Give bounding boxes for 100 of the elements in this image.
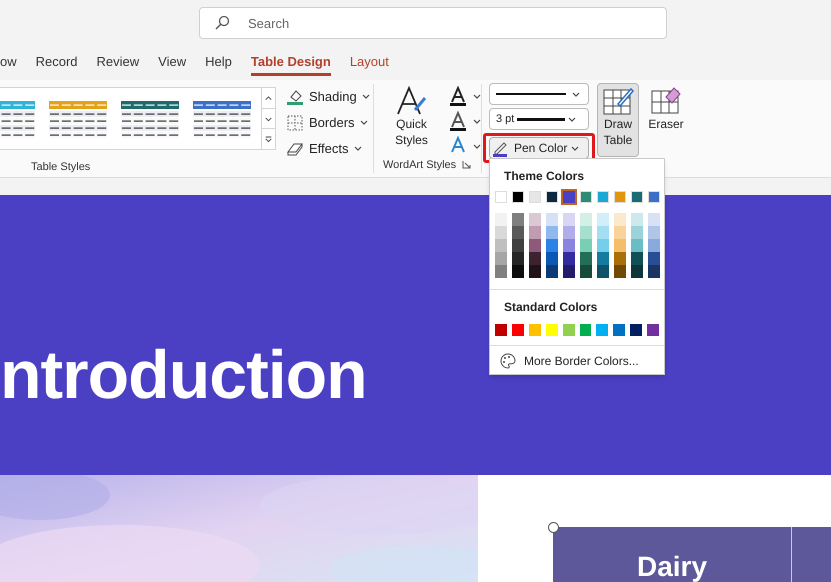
ribbon-tab[interactable]: Review (96, 52, 140, 76)
color-swatch[interactable] (631, 226, 643, 239)
color-swatch[interactable] (614, 213, 626, 226)
color-swatch[interactable] (631, 265, 643, 278)
color-swatch[interactable] (614, 226, 626, 239)
color-swatch[interactable] (546, 265, 558, 278)
color-swatch[interactable] (631, 191, 643, 203)
color-swatch[interactable] (597, 239, 609, 252)
ribbon-tab[interactable]: Table Design (250, 52, 331, 76)
color-swatch[interactable] (648, 226, 660, 239)
color-swatch[interactable] (580, 191, 592, 203)
table-style-thumbnail[interactable] (193, 98, 251, 138)
color-swatch[interactable] (528, 324, 541, 336)
color-swatch[interactable] (562, 324, 575, 336)
line-weight-dropdown[interactable]: 3 pt (489, 108, 589, 130)
text-fill-icon[interactable] (448, 86, 468, 106)
color-swatch[interactable] (647, 324, 660, 336)
color-swatch[interactable] (563, 265, 575, 278)
color-swatch[interactable] (614, 191, 626, 203)
color-swatch[interactable] (495, 265, 507, 278)
ribbon-tab[interactable]: Help (205, 52, 232, 76)
color-swatch[interactable] (648, 265, 660, 278)
color-swatch[interactable] (648, 213, 660, 226)
draw-table-button[interactable]: Draw Table (597, 83, 639, 157)
color-swatch[interactable] (512, 252, 524, 265)
color-swatch[interactable] (597, 252, 609, 265)
ribbon-tab[interactable]: Layout (350, 52, 389, 76)
color-swatch[interactable] (512, 239, 524, 252)
color-swatch[interactable] (597, 265, 609, 278)
ribbon-tab[interactable]: Record (36, 52, 78, 76)
color-swatch[interactable] (580, 226, 592, 239)
color-swatch[interactable] (563, 239, 575, 252)
color-swatch[interactable] (529, 191, 541, 203)
color-swatch[interactable] (495, 239, 507, 252)
color-swatch[interactable] (597, 191, 609, 203)
color-swatch[interactable] (648, 191, 660, 203)
menu-heading: Theme Colors (503, 168, 586, 185)
color-swatch[interactable] (580, 213, 592, 226)
quick-styles-button[interactable]: Quick Styles (383, 86, 440, 156)
more-colors-item[interactable]: More Border Colors... (524, 352, 639, 370)
selection-handle[interactable] (548, 522, 559, 533)
color-swatch[interactable] (596, 324, 608, 336)
color-swatch[interactable] (512, 226, 524, 239)
ribbon-command[interactable]: Effects (286, 138, 370, 159)
color-swatch[interactable] (529, 265, 541, 278)
table-style-thumbnail[interactable] (49, 98, 107, 138)
color-swatch[interactable] (563, 191, 575, 203)
color-swatch[interactable] (580, 324, 592, 336)
color-swatch[interactable] (495, 226, 507, 239)
header-text: Dairy (636, 550, 708, 582)
color-swatch[interactable] (630, 324, 642, 336)
color-swatch[interactable] (648, 239, 660, 252)
color-swatch[interactable] (495, 324, 507, 336)
color-swatch[interactable] (546, 191, 558, 203)
paint-bucket-icon (286, 88, 304, 106)
table-style-thumbnail[interactable] (121, 98, 179, 138)
color-swatch[interactable] (512, 213, 524, 226)
color-swatch[interactable] (631, 252, 643, 265)
ribbon-command[interactable]: Borders (286, 112, 370, 133)
color-swatch[interactable] (546, 239, 558, 252)
color-swatch[interactable] (614, 252, 626, 265)
color-swatch[interactable] (495, 191, 507, 203)
search-field[interactable]: Search (199, 7, 667, 39)
color-swatch[interactable] (546, 226, 558, 239)
color-swatch[interactable] (631, 213, 643, 226)
color-swatch[interactable] (546, 324, 558, 336)
ribbon-command[interactable]: Shading (286, 86, 370, 107)
color-swatch[interactable] (580, 239, 592, 252)
color-swatch[interactable] (648, 252, 660, 265)
color-swatch[interactable] (529, 239, 541, 252)
eraser-button[interactable]: Eraser (647, 83, 685, 157)
table-eraser-icon (650, 85, 682, 115)
color-swatch[interactable] (597, 213, 609, 226)
ribbon-tab[interactable]: View (158, 52, 186, 76)
color-swatch[interactable] (563, 226, 575, 239)
dialog-launcher-icon[interactable] (462, 160, 472, 170)
group-label: Table Styles (31, 160, 92, 175)
color-swatch[interactable] (613, 324, 626, 336)
color-swatch[interactable] (631, 239, 643, 252)
text-outline-icon[interactable] (448, 111, 468, 131)
color-swatch[interactable] (529, 226, 541, 239)
color-swatch[interactable] (512, 324, 524, 336)
color-swatch[interactable] (614, 239, 626, 252)
color-swatch[interactable] (580, 265, 592, 278)
color-swatch[interactable] (614, 265, 626, 278)
pen-color-button[interactable]: Pen Color (489, 137, 589, 159)
line-style-dropdown[interactable] (489, 83, 589, 105)
color-swatch[interactable] (546, 213, 558, 226)
color-swatch[interactable] (512, 191, 524, 203)
color-swatch[interactable] (546, 252, 558, 265)
ribbon-tab[interactable]: ow (0, 52, 17, 76)
color-swatch[interactable] (580, 252, 592, 265)
color-swatch[interactable] (529, 213, 541, 226)
color-swatch[interactable] (512, 265, 524, 278)
color-swatch[interactable] (563, 252, 575, 265)
color-swatch[interactable] (563, 213, 575, 226)
color-swatch[interactable] (597, 226, 609, 239)
color-swatch[interactable] (495, 252, 507, 265)
color-swatch[interactable] (529, 252, 541, 265)
color-swatch[interactable] (495, 213, 507, 226)
